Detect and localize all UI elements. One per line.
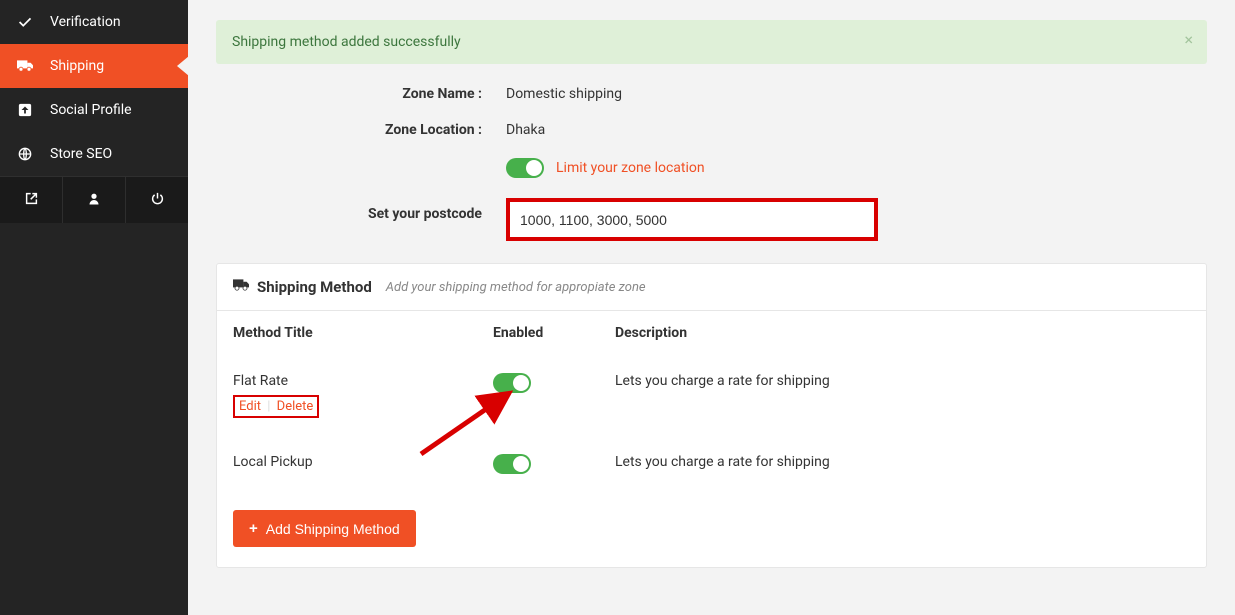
limit-zone-toggle[interactable] <box>506 158 544 178</box>
panel-subtitle: Add your shipping method for appropiate … <box>386 280 646 295</box>
globe-icon <box>16 147 34 161</box>
shipping-method-panel: Shipping Method Add your shipping method… <box>216 263 1207 568</box>
delete-link[interactable]: Delete <box>277 399 314 414</box>
sidebar-footer <box>0 176 188 223</box>
sidebar-item-label: Store SEO <box>50 146 112 162</box>
sidebar: Verification Shipping Social Profile Sto… <box>0 0 188 615</box>
share-icon <box>16 103 34 117</box>
panel-footer: + Add Shipping Method <box>217 492 1206 567</box>
panel-header: Shipping Method Add your shipping method… <box>217 264 1206 311</box>
sidebar-item-label: Social Profile <box>50 102 132 118</box>
power-button[interactable] <box>125 177 188 223</box>
col-title-header: Method Title <box>233 325 493 341</box>
success-alert: Shipping method added successfully × <box>216 20 1207 64</box>
postcode-input[interactable] <box>520 212 864 228</box>
panel-title: Shipping Method <box>257 278 372 296</box>
user-icon <box>88 192 100 209</box>
postcode-row: Set your postcode <box>306 198 1207 241</box>
col-enabled-header: Enabled <box>493 325 583 341</box>
limit-zone-link[interactable]: Limit your zone location <box>556 160 705 176</box>
sidebar-item-label: Shipping <box>50 58 104 74</box>
zone-name-row: Zone Name : Domestic shipping <box>306 86 1207 102</box>
check-icon <box>16 15 34 29</box>
external-link-button[interactable] <box>0 177 62 223</box>
main-content: Shipping method added successfully × Zon… <box>188 0 1235 615</box>
shipping-table: Method Title Enabled Description Flat Ra… <box>217 311 1206 492</box>
sidebar-item-shipping[interactable]: Shipping <box>0 44 188 88</box>
alert-message: Shipping method added successfully <box>232 34 461 50</box>
sidebar-item-verification[interactable]: Verification <box>0 0 188 44</box>
method-title: Local Pickup <box>233 454 493 470</box>
close-icon[interactable]: × <box>1184 30 1193 49</box>
method-title: Flat Rate <box>233 373 493 389</box>
table-row: Local Pickup Lets you charge a rate for … <box>233 436 1190 492</box>
user-button[interactable] <box>62 177 125 223</box>
zone-location-row: Zone Location : Dhaka <box>306 122 1207 138</box>
method-enabled-toggle[interactable] <box>493 454 531 474</box>
method-description: Lets you charge a rate for shipping <box>583 454 1190 470</box>
zone-location-label: Zone Location : <box>306 122 506 138</box>
zone-location-value: Dhaka <box>506 122 545 138</box>
row-actions-highlight: Edit | Delete <box>233 395 319 418</box>
zone-name-value: Domestic shipping <box>506 86 622 102</box>
table-head: Method Title Enabled Description <box>233 311 1190 355</box>
postcode-label: Set your postcode <box>306 198 506 222</box>
sidebar-item-store-seo[interactable]: Store SEO <box>0 132 188 176</box>
plus-icon: + <box>249 520 258 537</box>
truck-icon <box>16 60 34 72</box>
external-link-icon <box>25 192 38 209</box>
table-row: Flat Rate Edit | Delete Lets you charge … <box>233 355 1190 436</box>
zone-form: Zone Name : Domestic shipping Zone Locat… <box>306 86 1207 241</box>
add-shipping-method-button[interactable]: + Add Shipping Method <box>233 510 416 547</box>
add-button-label: Add Shipping Method <box>266 521 400 537</box>
method-enabled-toggle[interactable] <box>493 373 531 393</box>
sidebar-item-label: Verification <box>50 14 121 30</box>
method-description: Lets you charge a rate for shipping <box>583 373 1190 389</box>
sidebar-item-social-profile[interactable]: Social Profile <box>0 88 188 132</box>
postcode-highlight <box>506 198 878 241</box>
zone-name-label: Zone Name : <box>306 86 506 102</box>
limit-toggle-row: Limit your zone location <box>306 158 1207 178</box>
power-icon <box>151 192 164 209</box>
truck-icon <box>233 279 249 295</box>
col-desc-header: Description <box>583 325 1190 341</box>
edit-link[interactable]: Edit <box>239 399 261 414</box>
